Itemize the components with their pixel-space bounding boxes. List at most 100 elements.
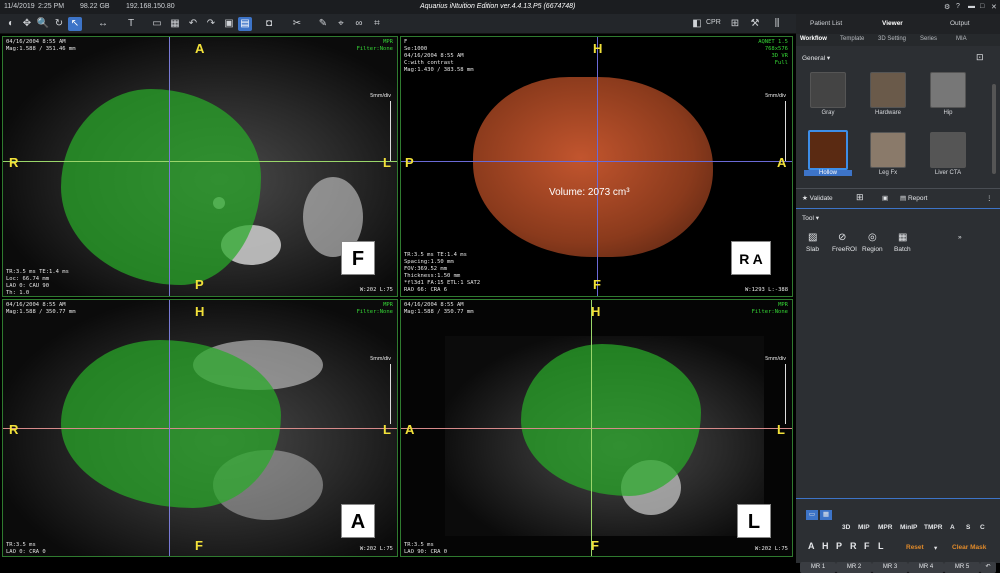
tools-icon[interactable]: ⚒: [748, 17, 762, 31]
preset-scrollbar[interactable]: [992, 84, 996, 174]
slab-label[interactable]: Slab: [806, 246, 819, 253]
settings-icon[interactable]: ⚙: [944, 3, 950, 11]
crosshair-vertical[interactable]: [169, 37, 170, 296]
rotate-icon[interactable]: ↻: [52, 17, 66, 31]
save-icon[interactable]: ▣: [882, 194, 888, 202]
orientation-cube[interactable]: R A: [731, 241, 771, 275]
mode-mip[interactable]: MIP: [858, 524, 870, 531]
orientation-cube[interactable]: F: [341, 241, 375, 275]
window-icon[interactable]: ▭: [150, 17, 164, 31]
contrast-icon[interactable]: ◐: [4, 17, 18, 31]
mr-1-button[interactable]: MR 1: [800, 562, 836, 573]
layout-icon[interactable]: ▣: [222, 17, 236, 31]
link-icon[interactable]: ∞: [352, 17, 366, 31]
preset-thumb-leg-fx[interactable]: [870, 132, 906, 168]
mr-2-button[interactable]: MR 2: [836, 562, 872, 573]
preset-thumb-hollow[interactable]: [808, 130, 848, 170]
redo-icon[interactable]: ↷: [204, 17, 218, 31]
subtab-series[interactable]: Series: [920, 36, 937, 42]
crosshair-horizontal[interactable]: [3, 428, 397, 429]
tab-viewer[interactable]: Viewer: [882, 20, 903, 27]
undo-icon[interactable]: ↶: [980, 562, 996, 573]
mode-c[interactable]: C: [980, 524, 985, 531]
subtab-template[interactable]: Template: [840, 36, 864, 42]
report-button[interactable]: ▤ Report: [900, 194, 927, 202]
view-single-icon[interactable]: ▭: [806, 510, 818, 520]
brush-icon[interactable]: ✎: [316, 17, 330, 31]
orientation-cube[interactable]: L: [737, 504, 771, 538]
preset-thumb-gray[interactable]: [810, 72, 846, 108]
grid-icon[interactable]: ▦: [168, 17, 182, 31]
freeroi-label[interactable]: FreeROI: [832, 246, 857, 253]
restore-icon[interactable]: □: [980, 3, 984, 10]
orientation-cube[interactable]: A: [341, 504, 375, 538]
batch-icon[interactable]: ▦: [898, 232, 907, 243]
crosshair-vertical[interactable]: [597, 37, 598, 296]
region-label[interactable]: Region: [862, 246, 883, 253]
new-preset-icon[interactable]: ⊡: [976, 52, 984, 63]
add-icon[interactable]: ⊞: [856, 192, 864, 203]
tool-section[interactable]: Tool ▾: [802, 214, 819, 222]
mr-5-button[interactable]: MR 5: [944, 562, 980, 573]
view-grid-icon[interactable]: ▦: [820, 510, 832, 520]
mr-3-button[interactable]: MR 3: [872, 562, 908, 573]
reset-button[interactable]: Reset: [906, 544, 924, 551]
mode-s[interactable]: S: [966, 524, 970, 531]
subtab-mia[interactable]: MIA: [956, 36, 967, 42]
minimize-icon[interactable]: ▬: [968, 3, 975, 10]
crosshair-vertical[interactable]: [591, 300, 592, 556]
mode-3d[interactable]: 3D: [842, 524, 850, 531]
viewport-sagittal[interactable]: H F A L 04/16/2004 8:55 AM Mag:1.588 / 3…: [400, 299, 793, 557]
preset-thumb-hip[interactable]: [930, 72, 966, 108]
subtab-workflow[interactable]: Workflow: [800, 36, 827, 42]
preset-group-select[interactable]: General ▾: [802, 54, 830, 62]
chart-icon[interactable]: ⫼: [770, 17, 784, 31]
reset-dropdown-icon[interactable]: ▾: [934, 544, 937, 552]
view-a-button[interactable]: A: [808, 541, 815, 551]
undo-icon[interactable]: ↶: [186, 17, 200, 31]
subtab-3d-setting[interactable]: 3D Setting: [878, 36, 906, 42]
view-f-button[interactable]: F: [864, 541, 870, 551]
validate-button[interactable]: ★ Validate: [802, 194, 833, 202]
pan-icon[interactable]: ✥: [20, 17, 34, 31]
expand-tools-icon[interactable]: »: [958, 234, 962, 241]
mode-tmpr[interactable]: TMPR: [924, 524, 942, 531]
clear-mask-button[interactable]: Clear Mask: [952, 544, 986, 551]
slab-icon[interactable]: ▨: [808, 232, 817, 243]
layout-grid-icon[interactable]: ▤: [238, 17, 252, 31]
crop-icon[interactable]: ⌗: [370, 17, 384, 31]
help-icon[interactable]: ?: [956, 3, 960, 10]
view-r-button[interactable]: R: [850, 541, 857, 551]
more-icon[interactable]: ⋮: [986, 194, 993, 202]
add-icon[interactable]: ⊞: [728, 17, 742, 31]
region-icon[interactable]: ◎: [868, 232, 877, 243]
mode-mpr[interactable]: MPR: [878, 524, 892, 531]
preset-thumb-hardware[interactable]: [870, 72, 906, 108]
viewport-coronal[interactable]: H F R L 04/16/2004 8:55 AM Mag:1.588 / 3…: [2, 299, 398, 557]
preset-thumb-liver-cta[interactable]: [930, 132, 966, 168]
viewport-3d[interactable]: H F P A Volume: 2073 cm³ F Se:1000 04/16…: [400, 36, 793, 297]
mode-a[interactable]: A: [950, 524, 955, 531]
close-icon[interactable]: ✕: [991, 3, 997, 11]
cube-icon[interactable]: ◧: [690, 17, 704, 31]
viewport-axial[interactable]: A P R L 04/16/2004 8:55 AM Mag:1.588 / 3…: [2, 36, 398, 297]
mode-minip[interactable]: MinIP: [900, 524, 917, 531]
tab-output[interactable]: Output: [950, 20, 970, 27]
zoom-icon[interactable]: 🔍: [36, 17, 50, 31]
view-p-button[interactable]: P: [836, 541, 842, 551]
pointer-icon[interactable]: ↖: [68, 17, 82, 31]
measure-icon[interactable]: ↔: [96, 17, 110, 31]
batch-label[interactable]: Batch: [894, 246, 911, 253]
scissors-icon[interactable]: ✂: [290, 17, 304, 31]
probe-icon[interactable]: ⌖: [334, 17, 348, 31]
crosshair-vertical[interactable]: [169, 300, 170, 556]
freeroi-icon[interactable]: ⊘: [838, 232, 846, 243]
view-l-button[interactable]: L: [878, 541, 884, 551]
cpr-button[interactable]: CPR: [706, 19, 721, 26]
tab-patient-list[interactable]: Patient List: [810, 20, 842, 27]
mr-4-button[interactable]: MR 4: [908, 562, 944, 573]
volume-measurement[interactable]: Volume: 2073 cm³: [549, 187, 630, 198]
text-icon[interactable]: T: [124, 17, 138, 31]
crosshair-horizontal[interactable]: [3, 161, 397, 162]
crosshair-horizontal[interactable]: [401, 428, 792, 429]
